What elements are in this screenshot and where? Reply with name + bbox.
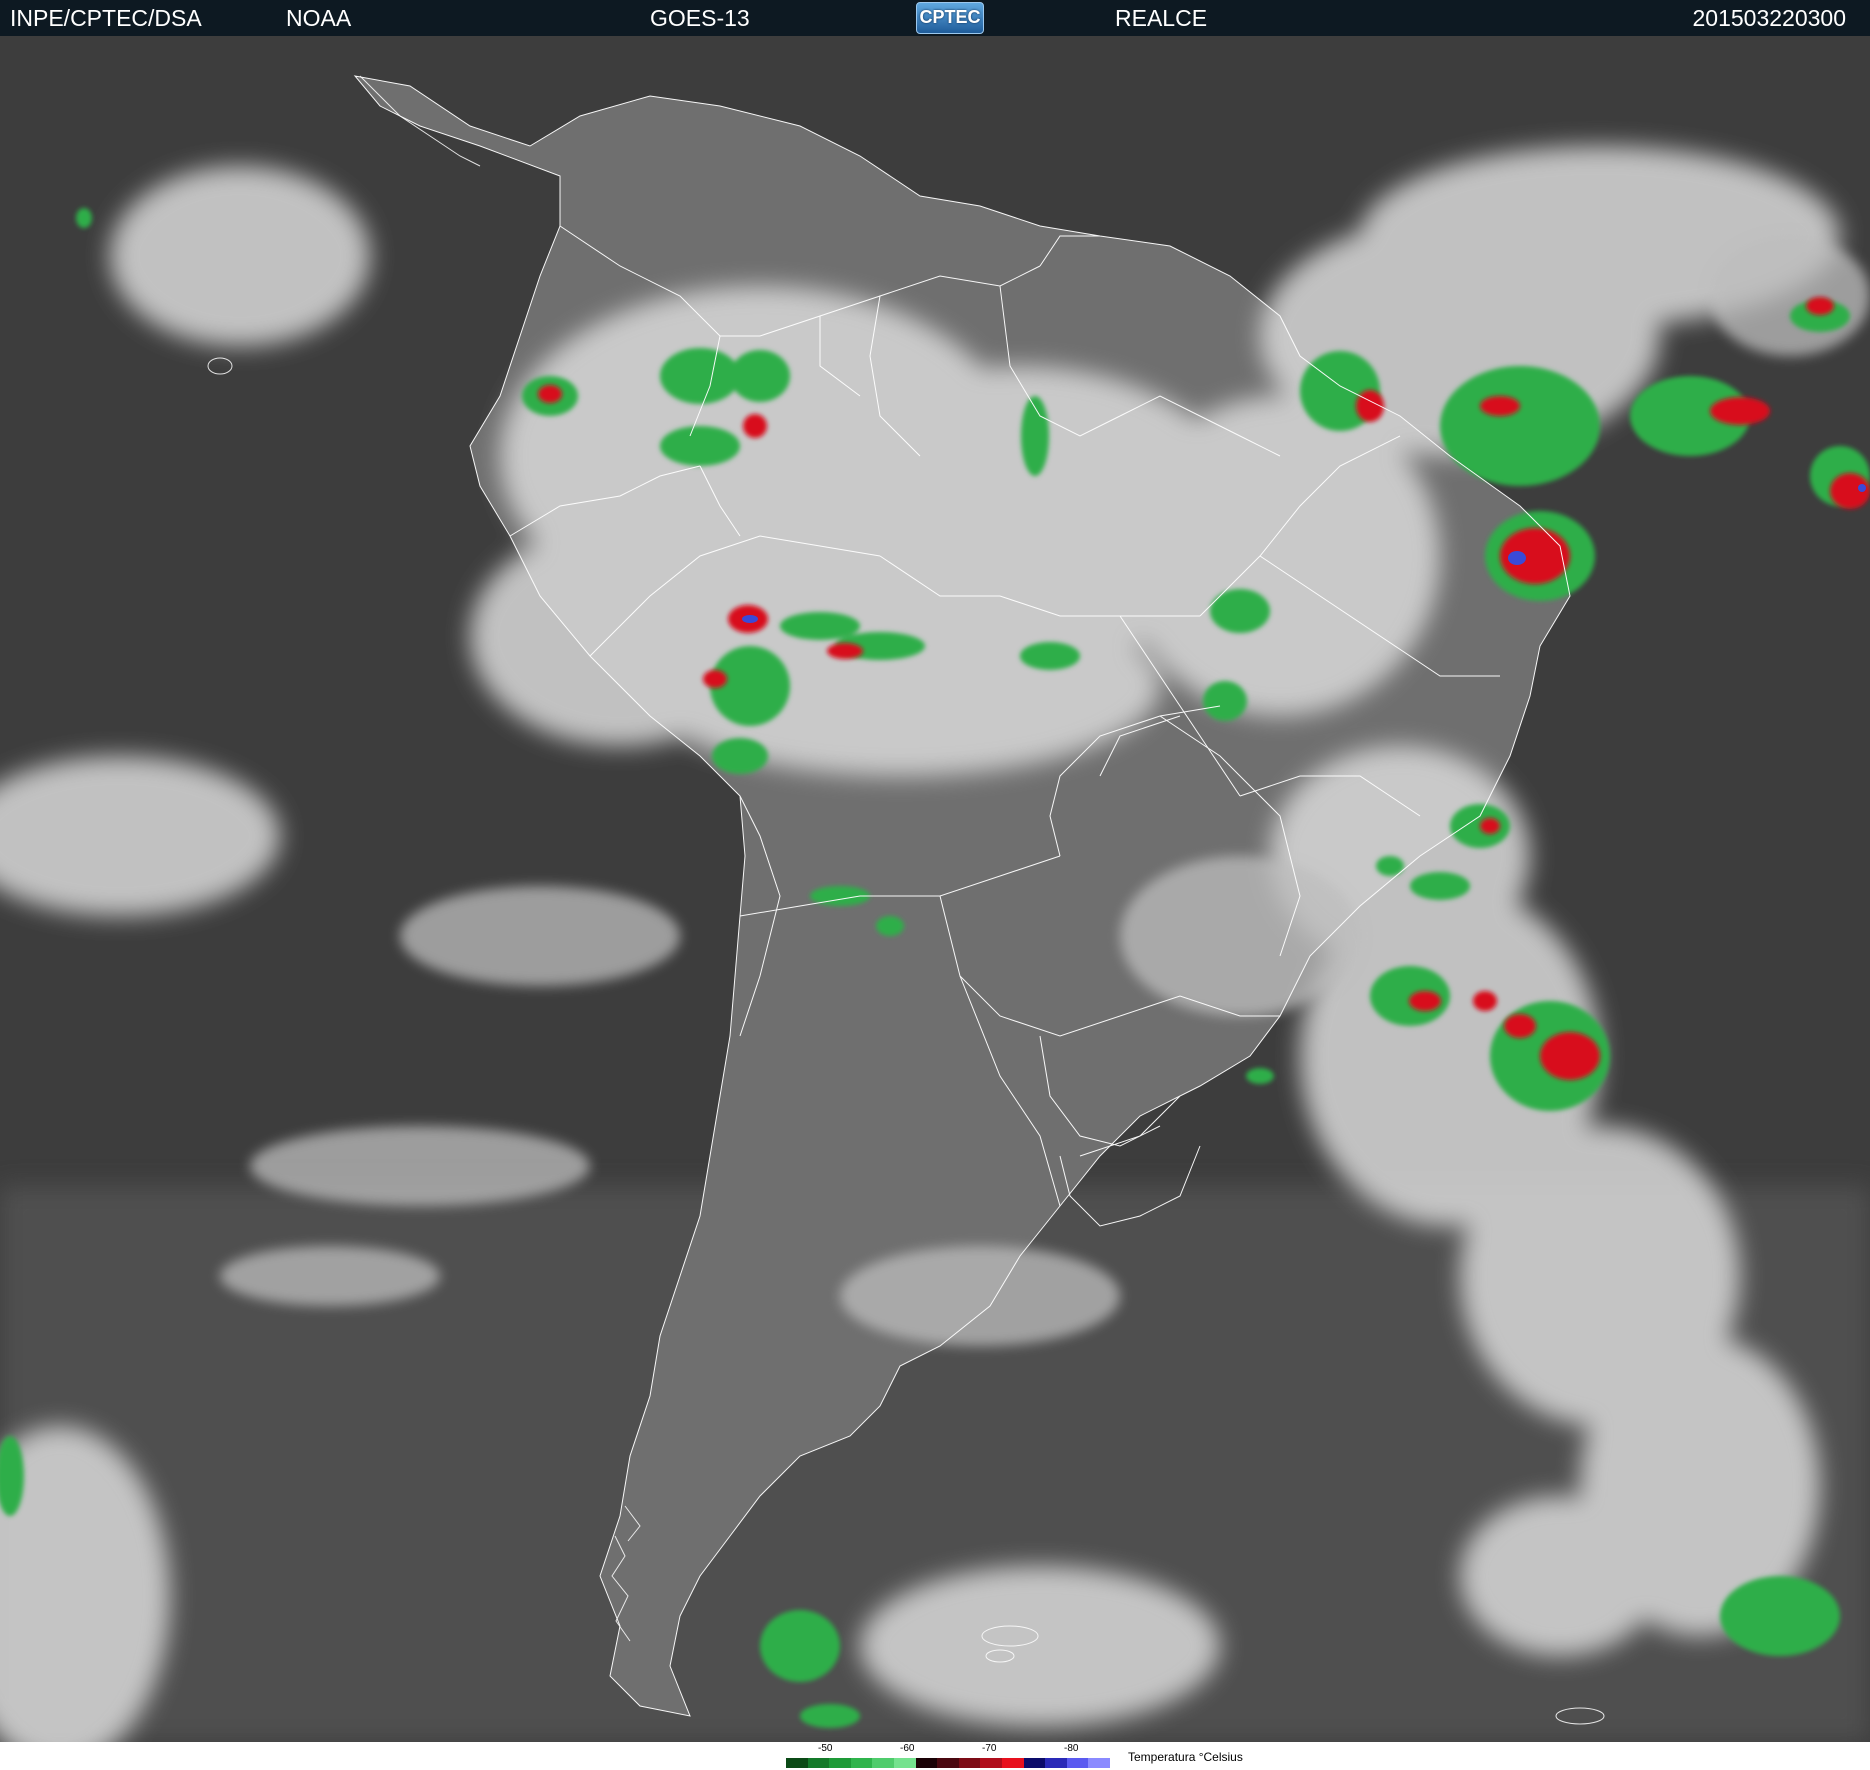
- product-label: REALCE: [1115, 5, 1208, 31]
- cptec-logo: CPTEC: [916, 2, 984, 34]
- scale-label: Temperatura °Celsius: [1128, 1750, 1243, 1764]
- tick-minus-50: -50: [818, 1743, 833, 1754]
- tick-minus-60: -60: [900, 1743, 915, 1754]
- color-bar-segment: [1023, 1758, 1046, 1768]
- institution-label: INPE/CPTEC/DSA: [10, 5, 202, 31]
- timestamp-label: 201503220300: [1692, 5, 1847, 31]
- color-bar-segment: [980, 1758, 1003, 1768]
- color-bar-segment: [958, 1758, 981, 1768]
- satellite-image: [0, 36, 1870, 1742]
- color-bar-segment: [1066, 1758, 1089, 1768]
- color-bar-segment: [1045, 1758, 1068, 1768]
- color-bar-segment: [937, 1758, 960, 1768]
- satellite-label: GOES-13: [650, 5, 750, 31]
- color-bar-segment: [786, 1758, 808, 1768]
- color-bar: [786, 1758, 1111, 1768]
- tick-minus-70: -70: [982, 1743, 997, 1754]
- color-bar-segment: [807, 1758, 830, 1768]
- temperature-scale: -50 -60 -70 -80 Temperatura °Celsius: [0, 1742, 1870, 1770]
- color-bar-segment: [829, 1758, 852, 1768]
- agency-label: NOAA: [286, 5, 352, 31]
- tick-minus-80: -80: [1064, 1743, 1079, 1754]
- color-bar-segment: [872, 1758, 895, 1768]
- header-bar: INPE/CPTEC/DSA NOAA GOES-13 CPTEC REALCE…: [0, 0, 1870, 36]
- color-bar-segment: [1088, 1758, 1111, 1768]
- color-bar-segment: [894, 1758, 916, 1768]
- color-bar-segment: [850, 1758, 873, 1768]
- logo-text: CPTEC: [919, 7, 981, 27]
- color-bar-segment: [1002, 1758, 1024, 1768]
- color-bar-segment: [915, 1758, 938, 1768]
